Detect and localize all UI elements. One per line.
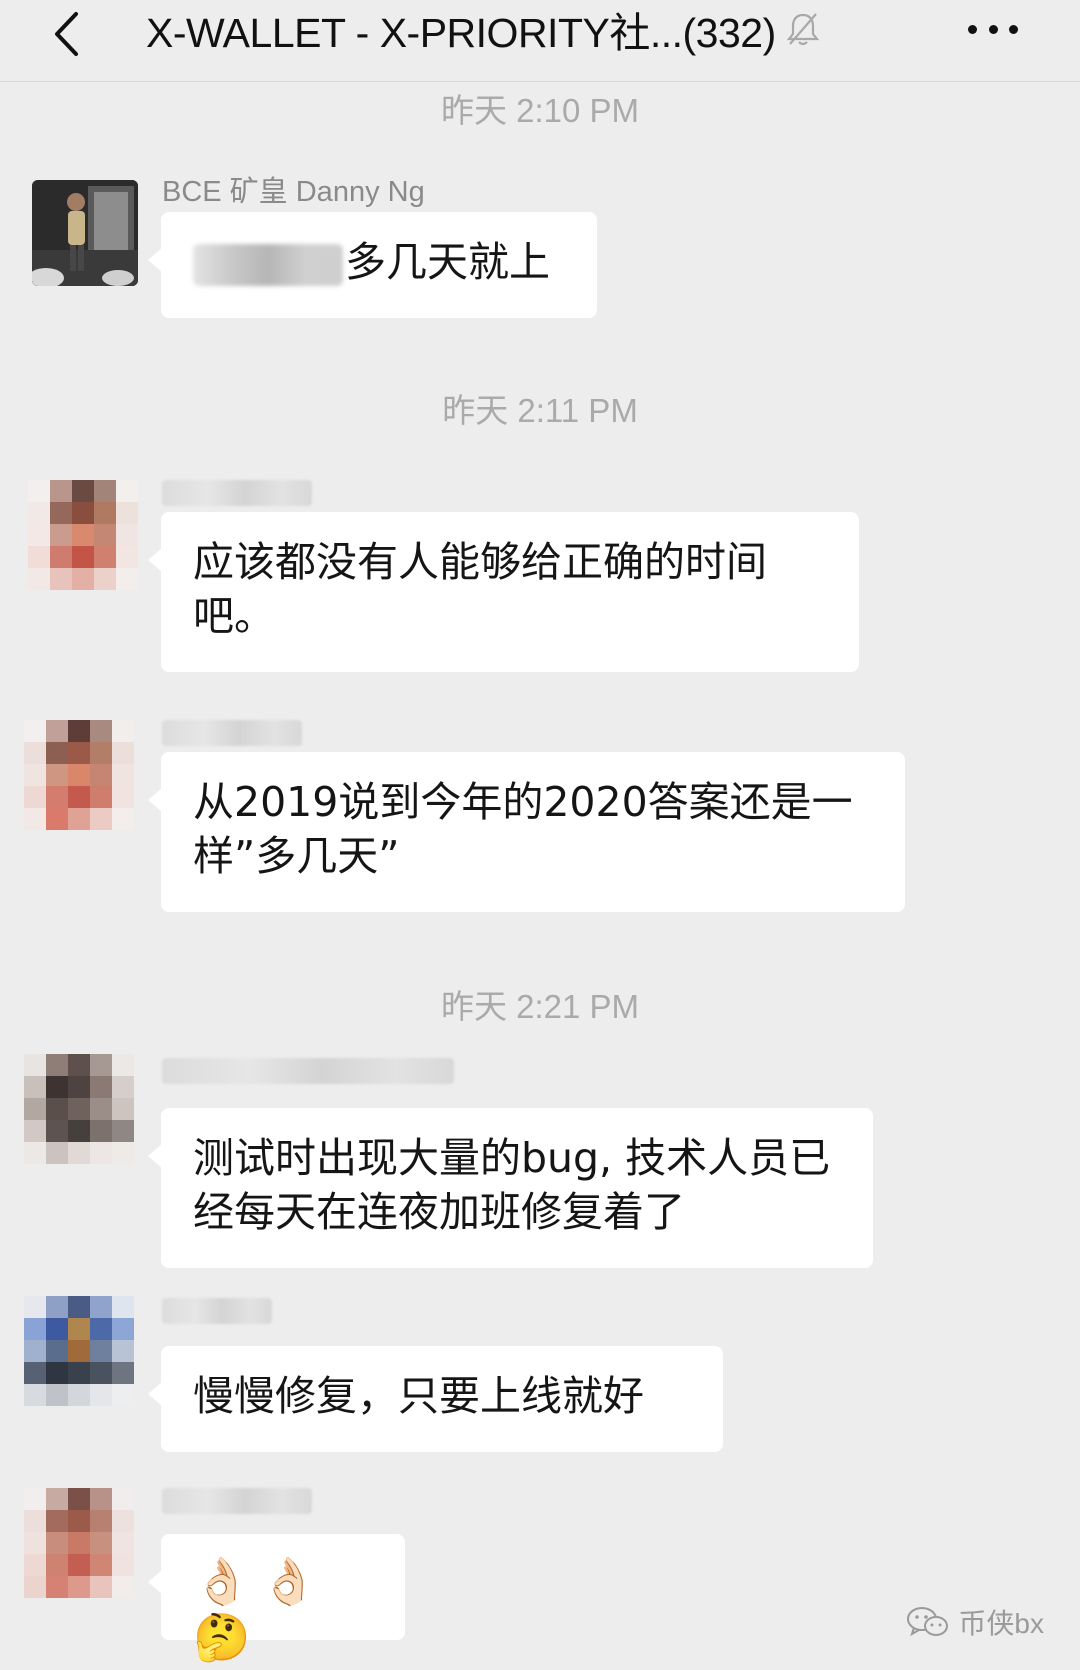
message-text: 测试时出现大量的bug, 技术人员已经每天在连夜加班修复着了: [193, 1134, 831, 1236]
more-options-button[interactable]: [968, 6, 1018, 52]
avatar-photo: [32, 180, 138, 286]
avatar[interactable]: [24, 720, 134, 830]
sender-name-redacted: [162, 1488, 312, 1514]
message-bubble[interactable]: 测试时出现大量的bug, 技术人员已经每天在连夜加班修复着了: [148, 1108, 873, 1268]
message-timestamp: 昨天 2:10 PM: [440, 92, 640, 129]
message-text: 从2019说到今年的2020答案还是一样”多几天”: [193, 778, 853, 880]
sender-name-redacted: [162, 720, 302, 746]
message-bubble[interactable]: 👌🏻👌🏻🤔: [148, 1534, 405, 1664]
message-text: 多几天就上: [345, 238, 550, 286]
redacted-text: [193, 244, 343, 286]
message-emoji: 👌🏻👌🏻🤔: [193, 1554, 328, 1664]
message-timestamp: 昨天 2:11 PM: [442, 392, 638, 429]
chat-header: X-WALLET - X-PRIORITY社...(332): [0, 0, 1080, 82]
back-button[interactable]: [44, 6, 88, 62]
avatar[interactable]: [28, 480, 138, 590]
message-bubble[interactable]: 多几天就上: [148, 212, 597, 318]
message-bubble[interactable]: 应该都没有人能够给正确的时间吧。: [148, 512, 859, 672]
watermark-text: 币侠bx: [958, 1608, 1044, 1639]
avatar[interactable]: [24, 1488, 134, 1598]
message-text: 应该都没有人能够给正确的时间吧。: [193, 538, 767, 640]
message-bubble[interactable]: 从2019说到今年的2020答案还是一样”多几天”: [148, 752, 905, 912]
avatar[interactable]: [24, 1296, 134, 1406]
bell-off-icon: [786, 11, 820, 47]
wechat-icon: [907, 1607, 949, 1637]
chevron-left-icon: [55, 12, 78, 56]
sender-name-redacted: [162, 480, 312, 506]
chat-title: X-WALLET - X-PRIORITY社...(332): [146, 10, 776, 56]
watermark: 币侠bx: [906, 1602, 1044, 1642]
ellipsis-icon: [968, 24, 977, 34]
avatar[interactable]: [24, 1054, 134, 1164]
sender-name: BCE 矿皇 Danny Ng: [162, 176, 425, 208]
message-text: 慢慢修复，只要上线就好: [193, 1372, 644, 1420]
message-bubble[interactable]: 慢慢修复，只要上线就好: [148, 1346, 723, 1452]
message-timestamp: 昨天 2:21 PM: [440, 988, 640, 1025]
sender-name-redacted: [162, 1298, 272, 1324]
sender-name-redacted: [162, 1058, 454, 1084]
chat-title-area[interactable]: X-WALLET - X-PRIORITY社...(332): [146, 0, 916, 58]
avatar[interactable]: [32, 180, 138, 286]
